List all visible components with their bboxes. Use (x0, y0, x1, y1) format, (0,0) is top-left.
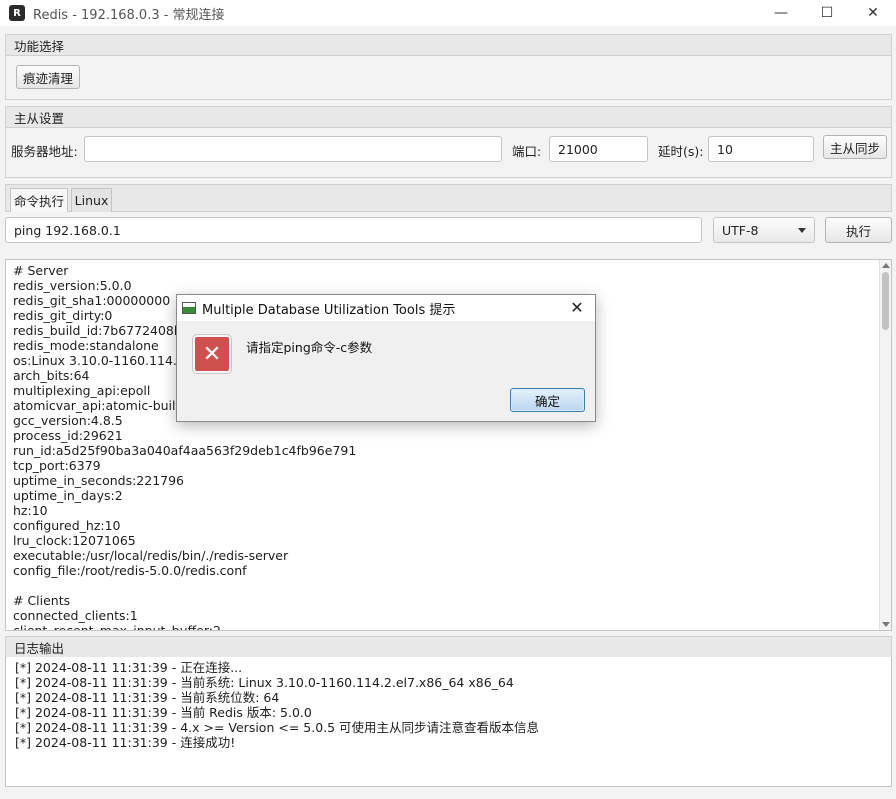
encoding-select[interactable]: UTF-8 (713, 217, 815, 243)
log-section-header: 日志输出 (5, 636, 892, 658)
master-slave-section-header: 主从设置 (5, 106, 892, 128)
output-line: redis_version:5.0.0 (13, 278, 132, 293)
server-address-input[interactable] (84, 136, 502, 162)
encoding-select-value: UTF-8 (722, 222, 759, 238)
output-line: process_id:29621 (13, 428, 123, 443)
output-line: tcp_port:6379 (13, 458, 101, 473)
app-icon: R (9, 5, 25, 21)
function-section-body: 痕迹清理 (5, 56, 892, 100)
output-line: client_recent_max_input_buffer:2 (13, 623, 221, 631)
master-slave-section-title: 主从设置 (14, 110, 65, 126)
minimize-button[interactable]: — (758, 0, 804, 26)
output-scrollbar[interactable] (879, 260, 891, 630)
delay-input[interactable]: 10 (708, 136, 814, 162)
log-line: [*] 2024-08-11 11:31:39 - 当前系统位数: 64 (15, 690, 280, 705)
log-line: [*] 2024-08-11 11:31:39 - 正在连接... (15, 660, 243, 675)
window-titlebar: R Redis - 192.168.0.3 - 常规连接 — ☐ ✕ (0, 0, 896, 26)
log-line: [*] 2024-08-11 11:31:39 - 4.x >= Version… (15, 720, 540, 735)
port-label: 端口: (512, 144, 542, 159)
log-output-text: [*] 2024-08-11 11:31:39 - 正在连接... [*] 202… (15, 660, 539, 750)
output-line: hz:10 (13, 503, 48, 518)
output-line: lru_clock:12071065 (13, 533, 136, 548)
tab-strip (5, 184, 892, 212)
log-output-area[interactable]: [*] 2024-08-11 11:31:39 - 正在连接... [*] 202… (5, 657, 892, 787)
scroll-down-icon[interactable] (882, 622, 890, 627)
log-line: [*] 2024-08-11 11:31:39 - 当前 Redis 版本: 5… (15, 705, 312, 720)
server-address-label: 服务器地址: (11, 144, 78, 159)
output-line: run_id:a5d25f90ba3a040af4aa563f29deb1c4f… (13, 443, 357, 458)
dialog-message: 请指定ping命令-c参数 (246, 340, 373, 355)
dialog-close-icon[interactable]: ✕ (567, 298, 587, 317)
dialog-titlebar: Multiple Database Utilization Tools 提示 ✕ (177, 295, 595, 321)
log-line: [*] 2024-08-11 11:31:39 - 连接成功! (15, 735, 236, 750)
function-section-title: 功能选择 (14, 38, 65, 54)
command-row: ping 192.168.0.1 UTF-8 执行 (5, 212, 892, 257)
port-input[interactable]: 21000 (549, 136, 648, 162)
close-button[interactable]: ✕ (850, 0, 896, 26)
command-input[interactable]: ping 192.168.0.1 (5, 217, 702, 243)
window-app-icon (182, 302, 196, 314)
log-section-title: 日志输出 (14, 640, 65, 656)
dialog-title: Multiple Database Utilization Tools 提示 (202, 302, 456, 318)
tab-command-exec[interactable]: 命令执行 (10, 188, 68, 212)
output-line: configured_hz:10 (13, 518, 121, 533)
window-title: Redis - 192.168.0.3 - 常规连接 (33, 7, 225, 23)
error-icon: ✕ (193, 335, 231, 373)
alert-dialog: Multiple Database Utilization Tools 提示 ✕… (176, 294, 596, 422)
master-slave-sync-button[interactable]: 主从同步 (823, 135, 887, 159)
output-line: executable:/usr/local/redis/bin/./redis-… (13, 548, 289, 563)
clear-traces-button[interactable]: 痕迹清理 (16, 65, 80, 89)
delay-label: 延时(s): (658, 144, 704, 159)
window-controls: — ☐ ✕ (758, 0, 896, 26)
chevron-down-icon (798, 228, 806, 233)
execute-button[interactable]: 执行 (825, 217, 892, 243)
output-line: uptime_in_days:2 (13, 488, 123, 503)
maximize-button[interactable]: ☐ (804, 0, 850, 26)
scrollbar-thumb[interactable] (882, 272, 889, 330)
ok-button[interactable]: 确定 (510, 388, 585, 412)
output-line: connected_clients:1 (13, 608, 138, 623)
output-line: config_file:/root/redis-5.0.0/redis.conf (13, 563, 247, 578)
scroll-up-icon[interactable] (882, 263, 890, 268)
function-section-header: 功能选择 (5, 34, 892, 56)
master-slave-section-body: 服务器地址: 端口: 21000 延时(s): 10 主从同步 (5, 128, 892, 178)
tab-linux[interactable]: Linux (71, 188, 112, 212)
log-line: [*] 2024-08-11 11:31:39 - 当前系统: Linux 3.… (15, 675, 514, 690)
output-line: uptime_in_seconds:221796 (13, 473, 185, 488)
output-line: # Server (13, 263, 69, 278)
output-line: # Clients (13, 593, 71, 608)
